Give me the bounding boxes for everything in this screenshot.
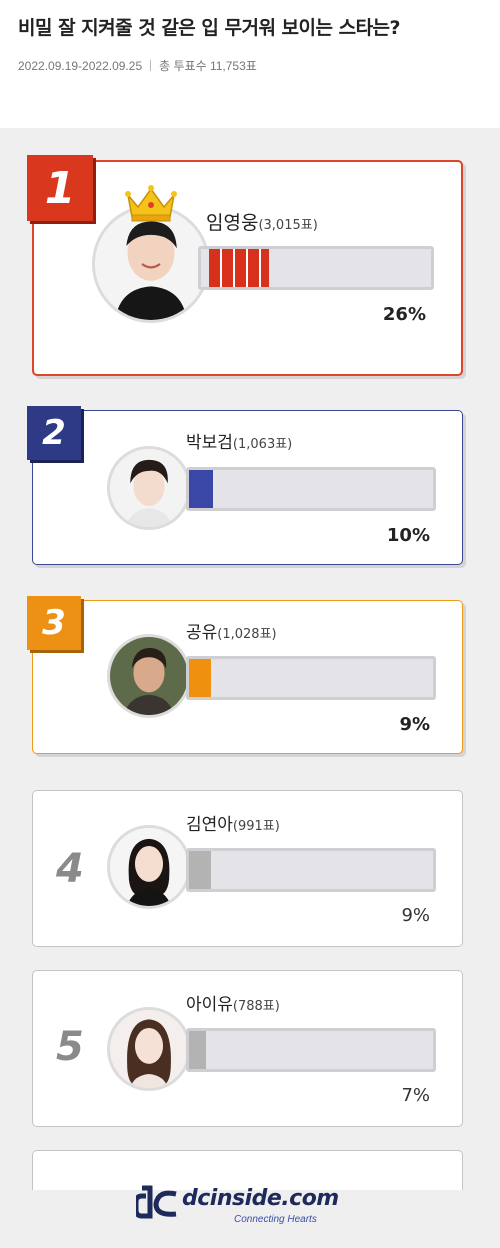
- vote-bar-5: [186, 1028, 436, 1072]
- meta-divider: [150, 60, 152, 71]
- vote-bar-fill: [189, 851, 211, 889]
- person-photo-icon: [110, 637, 188, 715]
- vote-percent-4: 9%: [401, 905, 430, 926]
- candidate-name-text: 김연아: [186, 815, 233, 835]
- vote-bar-fill: [189, 1031, 206, 1069]
- poll-period: 2022.09.19-2022.09.25: [18, 58, 143, 73]
- rank-number-4: 4: [56, 846, 84, 892]
- rank-number-5: 5: [56, 1024, 84, 1070]
- dcinside-logo-icon: [136, 1185, 177, 1219]
- vote-count: (1,063표): [232, 437, 293, 452]
- rank-badge-1: 1: [27, 155, 93, 221]
- vote-count: (1,028표): [217, 627, 277, 642]
- vote-percent-3: 9%: [399, 714, 430, 735]
- vote-percent-5: 7%: [401, 1085, 430, 1106]
- avatar-2: [107, 446, 191, 530]
- candidate-name-text: 공유: [186, 623, 218, 643]
- vote-bar-2: [186, 467, 436, 511]
- vote-count: (991표): [232, 819, 280, 834]
- vote-bar-fill: [189, 470, 213, 508]
- person-photo-icon: [110, 1010, 188, 1088]
- candidate-name-text: 아이유: [186, 995, 233, 1015]
- brand-tagline: Connecting Hearts: [234, 1214, 317, 1225]
- vote-percent-2: 10%: [386, 525, 430, 546]
- rank-badge-2: 2: [27, 406, 81, 460]
- person-photo-icon: [95, 208, 207, 320]
- rank-badge-3: 3: [27, 596, 81, 650]
- person-photo-icon: [110, 449, 188, 527]
- vote-bar-4: [186, 848, 436, 892]
- candidate-name-text: 임영웅: [206, 212, 259, 234]
- vote-bar-3: [186, 656, 436, 700]
- candidate-name-1: 임영웅(3,015표): [206, 208, 318, 235]
- vote-percent-1: 26%: [382, 304, 426, 325]
- candidate-name-5: 아이유(788표): [186, 990, 280, 1015]
- candidate-name-3: 공유(1,028표): [186, 618, 277, 643]
- poll-total-votes: 총 투표수 11,753표: [159, 59, 257, 73]
- poll-header: 비밀 잘 지켜줄 것 같은 입 무거워 보이는 스타는? 2022.09.19-…: [0, 0, 500, 128]
- vote-bar-fill: [189, 659, 211, 697]
- candidate-name-2: 박보검(1,063표): [186, 428, 292, 453]
- vote-bar-fill: [209, 249, 269, 287]
- crown-icon: [125, 185, 177, 222]
- vote-count: (788표): [232, 999, 280, 1014]
- poll-title: 비밀 잘 지켜줄 것 같은 입 무거워 보이는 스타는?: [18, 17, 401, 39]
- vote-count: (3,015표): [258, 218, 318, 233]
- vote-bar-1: [198, 246, 434, 290]
- footer-logo[interactable]: dcinside.com Connecting Hearts: [136, 1180, 386, 1230]
- person-photo-icon: [110, 828, 188, 906]
- avatar-4: [107, 825, 191, 909]
- brand-name: dcinside.com: [182, 1186, 339, 1211]
- candidate-name-4: 김연아(991표): [186, 810, 280, 835]
- avatar-5: [107, 1007, 191, 1091]
- poll-meta: 2022.09.19-2022.09.25 총 투표수 11,753표: [18, 57, 482, 74]
- candidate-name-text: 박보검: [186, 433, 233, 453]
- avatar-3: [107, 634, 191, 718]
